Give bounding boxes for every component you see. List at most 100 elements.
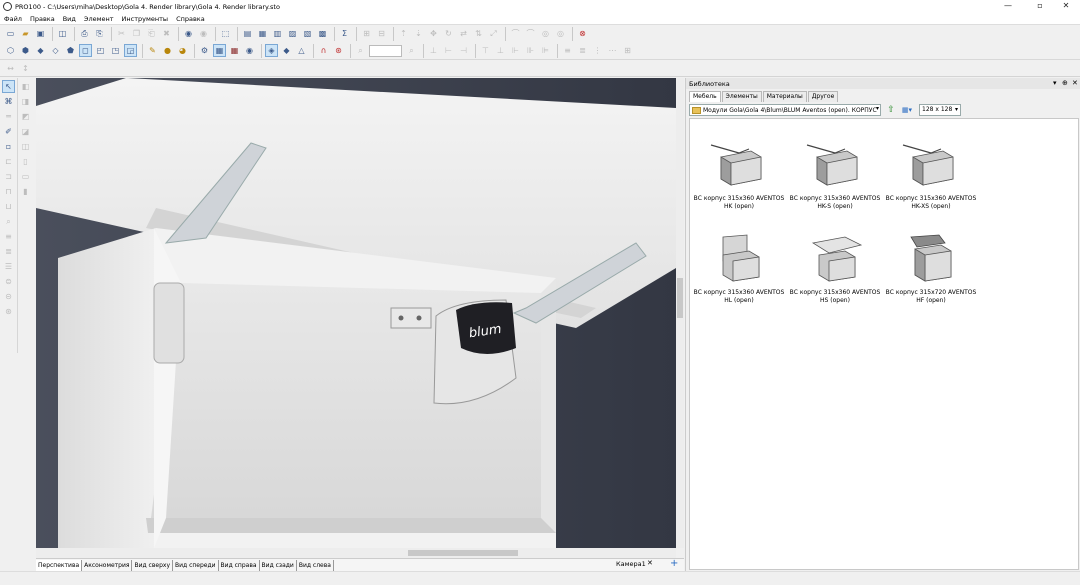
dimension-v-icon[interactable]: ↕ — [19, 62, 32, 75]
save-icon[interactable]: ▣ — [34, 27, 47, 40]
cube-side-icon[interactable]: ◇ — [49, 44, 62, 57]
tab-back-view[interactable]: Вид сзади — [260, 559, 297, 571]
align-7-icon[interactable]: ⊪ — [524, 44, 537, 57]
stop-icon[interactable]: ⊗ — [576, 27, 589, 40]
rotate-tool-icon[interactable]: ⌘ — [2, 95, 15, 108]
menu-edit[interactable]: Правка — [30, 15, 55, 23]
copy-icon[interactable]: ❐ — [130, 27, 143, 40]
resize-icon[interactable]: ⤢ — [487, 27, 500, 40]
arrange-4-icon[interactable]: ⊔ — [2, 200, 15, 213]
distribute-2-icon[interactable]: ≣ — [576, 44, 589, 57]
library-item[interactable]: ВС корпус 315x360 AVENTOS HK-XS (open) — [882, 139, 980, 210]
viewport-vertical-scrollbar[interactable] — [676, 78, 684, 548]
undo-icon[interactable]: ◉ — [182, 27, 195, 40]
side-7-icon[interactable]: ▭ — [19, 170, 32, 183]
render-icon[interactable]: ◕ — [176, 44, 189, 57]
pin-icon[interactable]: ⊕ — [1062, 78, 1068, 89]
library-item[interactable]: ВС корпус 315x360 AVENTOS HS (open) — [786, 233, 884, 304]
new-icon[interactable]: ▭ — [4, 27, 17, 40]
flip-icon[interactable]: ⇄ — [457, 27, 470, 40]
zoom-select[interactable] — [369, 44, 402, 57]
side-5-icon[interactable]: ◫ — [19, 140, 32, 153]
library-item[interactable]: ВС корпус 315x360 AVENTOS HK-S (open) — [786, 139, 884, 210]
view-mode-icon[interactable]: ▦▾ — [900, 104, 914, 116]
side-8-icon[interactable]: ▮ — [19, 185, 32, 198]
eye-open-icon[interactable]: ◎ — [539, 27, 552, 40]
library-item[interactable]: ВС корпус 315x720 AVENTOS HF (open) — [882, 233, 980, 304]
tab-other[interactable]: Другое — [807, 91, 839, 102]
brush-icon[interactable]: ✐ — [2, 125, 15, 138]
sum-icon[interactable]: Σ — [338, 27, 351, 40]
magnet-icon[interactable]: ∩ — [317, 44, 330, 57]
side-3-icon[interactable]: ◩ — [19, 110, 32, 123]
texture-icon[interactable]: ▦ — [213, 44, 226, 57]
vscroll-thumb[interactable] — [677, 278, 683, 318]
camera-close-icon[interactable]: ✕ — [647, 559, 653, 567]
mirror-icon[interactable]: ⇅ — [472, 27, 485, 40]
menu-view[interactable]: Вид — [63, 15, 76, 23]
box-left-icon[interactable]: ◲ — [124, 44, 137, 57]
distribute-1-icon[interactable]: ≡ — [561, 44, 574, 57]
minimize-button[interactable]: — — [990, 0, 1026, 13]
menu-element[interactable]: Элемент — [84, 15, 114, 23]
measure-icon[interactable]: △ — [295, 44, 308, 57]
align-8-icon[interactable]: ⊫ — [539, 44, 552, 57]
cut-icon[interactable]: ✂ — [115, 27, 128, 40]
box-open-icon[interactable]: ◰ — [94, 44, 107, 57]
tab-axonometry[interactable]: Аксонометрия — [82, 559, 133, 571]
unlock-icon[interactable]: ▧ — [301, 27, 314, 40]
thumbnail-size-select[interactable]: 128 x 128 ▾ — [919, 104, 961, 116]
stack-4-icon[interactable]: ⊜ — [2, 275, 15, 288]
distribute-3-icon[interactable]: ⋮ — [591, 44, 604, 57]
panel-close-icon[interactable]: ✕ — [1072, 78, 1078, 89]
hscroll-thumb[interactable] — [408, 550, 518, 556]
wireframe-icon[interactable]: ⚙ — [198, 44, 211, 57]
align-1-icon[interactable]: ⊥ — [427, 44, 440, 57]
print-icon[interactable]: ⎙ — [78, 27, 91, 40]
group-icon[interactable]: ▦ — [256, 27, 269, 40]
zoom-tool-icon[interactable]: ⌕ — [2, 215, 15, 228]
box-right-icon[interactable]: ◳ — [109, 44, 122, 57]
tab-perspective[interactable]: Перспектива — [36, 559, 83, 571]
stack-5-icon[interactable]: ⊝ — [2, 290, 15, 303]
add-view-icon[interactable]: + — [670, 558, 678, 569]
side-6-icon[interactable]: ▯ — [19, 155, 32, 168]
rotate-icon[interactable]: ↻ — [442, 27, 455, 40]
side-1-icon[interactable]: ◧ — [19, 80, 32, 93]
align-3-icon[interactable]: ⊣ — [457, 44, 470, 57]
align-5-icon[interactable]: ⊥ — [494, 44, 507, 57]
camera-tab[interactable]: Камера1 — [616, 560, 646, 568]
attach-icon[interactable]: ⊛ — [332, 44, 345, 57]
tab-right-view[interactable]: Вид справа — [219, 559, 260, 571]
arrange-3-icon[interactable]: ⊓ — [2, 185, 15, 198]
chain-icon[interactable]: ⌒ — [509, 27, 522, 40]
distribute-4-icon[interactable]: ⋯ — [606, 44, 619, 57]
select-all-icon[interactable]: ▤ — [241, 27, 254, 40]
pointer-icon[interactable]: ↖ — [2, 80, 15, 93]
tab-elements[interactable]: Элементы — [721, 91, 762, 102]
cube-tool-icon[interactable]: ▫ — [2, 140, 15, 153]
library-path-select[interactable]: Модули Gola\Gola 4\Blum\BLUM Aventos (op… — [689, 104, 881, 116]
move-icon[interactable]: ✥ — [427, 27, 440, 40]
align-4-icon[interactable]: ⊤ — [479, 44, 492, 57]
eye-icon[interactable]: ◉ — [243, 44, 256, 57]
zoom-icon[interactable]: ⌕ — [354, 44, 367, 57]
tab-materials[interactable]: Материалы — [762, 91, 807, 102]
cube-top-icon[interactable]: ⬟ — [64, 44, 77, 57]
library-item[interactable]: ВС корпус 315x360 AVENTOS HL (open) — [690, 233, 788, 304]
box-icon[interactable]: ◻ — [79, 44, 92, 57]
ruler-icon[interactable]: ═ — [2, 110, 15, 123]
align-right-icon[interactable]: ⊟ — [375, 27, 388, 40]
material-icon[interactable]: ✎ — [146, 44, 159, 57]
hide-icon[interactable]: ▩ — [316, 27, 329, 40]
library-item[interactable]: ВС корпус 315x360 AVENTOS HK (open) — [690, 139, 788, 210]
open-icon[interactable]: ▰ — [19, 27, 32, 40]
side-2-icon[interactable]: ◨ — [19, 95, 32, 108]
move-down-icon[interactable]: ⇣ — [412, 27, 425, 40]
distribute-5-icon[interactable]: ⊞ — [621, 44, 634, 57]
export-icon[interactable]: ⬚ — [219, 27, 232, 40]
link-icon[interactable]: ⌒ — [524, 27, 537, 40]
folder-up-icon[interactable]: ⇧ — [885, 104, 897, 116]
stack-1-icon[interactable]: ≡ — [2, 230, 15, 243]
snap-icon[interactable]: ◈ — [265, 44, 278, 57]
